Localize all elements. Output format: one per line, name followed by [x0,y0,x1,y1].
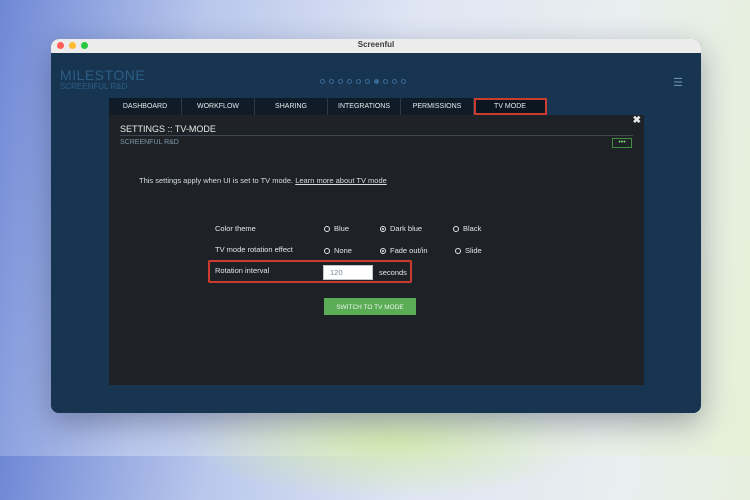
pager-dot[interactable] [356,79,361,84]
settings-panel: ✖ SETTINGS :: TV-MODE SCREENFUL R&D ••• … [109,115,644,385]
pager-dot[interactable] [338,79,343,84]
rotation-effect-label: TV mode rotation effect [215,245,293,254]
rotation-interval-input[interactable] [323,265,373,280]
close-icon[interactable]: ✖ [633,115,641,126]
rotation-interval-label: Rotation interval [215,266,270,275]
pager-dot[interactable] [320,79,325,84]
tab-permissions[interactable]: PERMISSIONS [401,98,474,115]
radio-effect-none[interactable]: None [324,246,352,255]
divider [120,135,633,136]
brand-name: MILESTONE [60,67,146,83]
radio-icon [324,225,330,232]
pager-dot[interactable] [347,79,352,84]
radio-icon [324,247,330,254]
panel-title: SETTINGS :: TV-MODE [120,124,216,134]
title-bar: Screenful [51,39,701,54]
dashboard-pager [320,79,406,84]
switch-to-tv-mode-button[interactable]: SWITCH TO TV MODE [324,298,416,315]
settings-tabs: DASHBOARD WORKFLOW SHARING INTEGRATIONS … [109,98,547,115]
radio-effect-fade[interactable]: Fade out/in [380,246,428,255]
color-theme-label: Color theme [215,224,256,233]
app-content: MILESTONE SCREENFUL R&D ☰ DASHBOARD WORK… [51,53,701,413]
pager-dot[interactable] [383,79,388,84]
tab-workflow[interactable]: WORKFLOW [182,98,255,115]
panel-subtitle: SCREENFUL R&D [120,139,179,146]
radio-selected-icon [380,225,386,232]
radio-icon [455,247,461,254]
radio-label: None [334,246,352,255]
radio-label: Fade out/in [390,246,428,255]
window-title: Screenful [357,40,395,49]
pager-dot-active[interactable] [374,79,379,84]
radio-icon [453,225,459,232]
learn-more-link[interactable]: Learn more about TV mode [295,176,387,185]
tab-dashboard[interactable]: DASHBOARD [109,98,182,115]
info-message: This settings apply when UI is set to TV… [139,176,294,185]
radio-label: Slide [465,246,482,255]
hamburger-menu-icon[interactable]: ☰ [673,76,683,89]
info-text: This settings apply when UI is set to TV… [139,176,387,185]
pager-dot[interactable] [365,79,370,84]
tab-sharing[interactable]: SHARING [255,98,328,115]
tab-integrations[interactable]: INTEGRATIONS [328,98,401,115]
brand-subtitle: SCREENFUL R&D [60,82,128,91]
radio-effect-slide[interactable]: Slide [455,246,482,255]
pager-dot[interactable] [392,79,397,84]
pager-dot[interactable] [329,79,334,84]
radio-label: Dark blue [390,224,423,233]
radio-label: Black [463,224,482,233]
radio-label: Blue [334,224,350,233]
radio-theme-blue[interactable]: Blue [324,224,349,233]
pager-dot[interactable] [401,79,406,84]
tab-tv-mode[interactable]: TV MODE [474,98,547,115]
seconds-unit-label: seconds [379,268,407,277]
more-options-button[interactable]: ••• [612,138,632,148]
radio-theme-black[interactable]: Black [453,224,481,233]
radio-selected-icon [380,247,386,254]
app-window: Screenful MILESTONE SCREENFUL R&D ☰ DASH… [51,39,701,413]
brand: MILESTONE SCREENFUL R&D [60,67,145,91]
radio-theme-dark-blue[interactable]: Dark blue [380,224,422,233]
